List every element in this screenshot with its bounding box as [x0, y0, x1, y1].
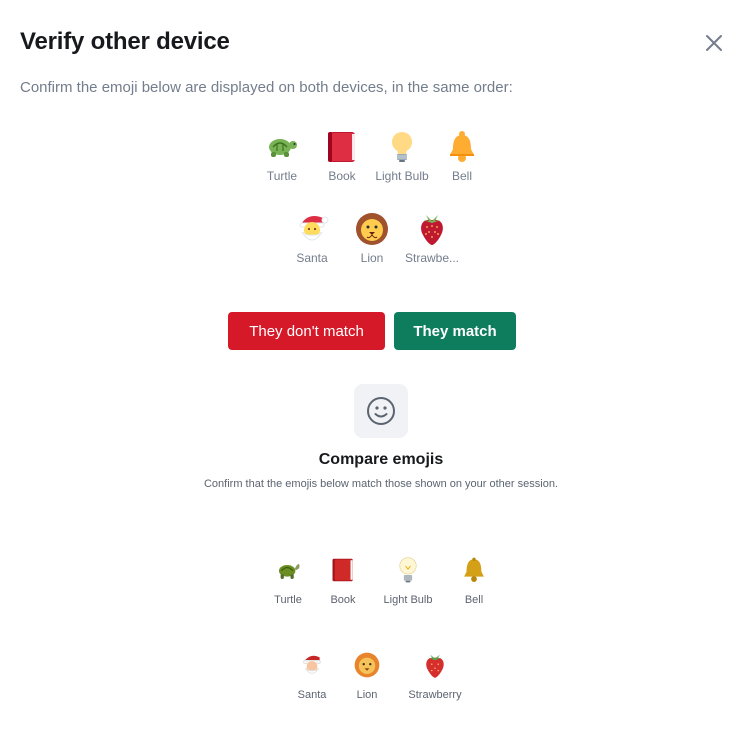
santa-icon: [293, 210, 331, 248]
emoji-item-santa: Santa: [282, 210, 342, 265]
book-icon: [328, 555, 358, 585]
compare-title: Compare emojis: [318, 451, 444, 468]
compare-emoji-strawberry: Strawberry: [395, 650, 475, 701]
emoji-item-light-bulb: Light Bulb: [372, 128, 432, 183]
book-icon: [323, 128, 361, 166]
strawberry-icon: [420, 650, 450, 680]
turtle-icon: [263, 128, 301, 166]
emoji-item-lion: Lion: [342, 210, 402, 265]
lion-icon: [352, 650, 382, 680]
turtle-icon: [273, 555, 303, 585]
emoji-row-2: Santa Lion Strawbe...: [282, 210, 462, 265]
close-icon: [706, 35, 722, 51]
compare-emoji-badge: [354, 384, 408, 438]
dialog-title: Verify other device: [20, 28, 230, 55]
smiley-icon: [367, 397, 395, 425]
dialog-description: Confirm the emoji below are displayed on…: [20, 79, 513, 96]
emoji-item-book: Book: [312, 128, 372, 183]
compare-subtitle: Confirm that the emojis below match thos…: [203, 478, 558, 490]
they-match-button[interactable]: They match: [394, 312, 516, 350]
lion-icon: [353, 210, 391, 248]
close-button[interactable]: [700, 29, 728, 57]
compare-emoji-bell: Bell: [434, 555, 514, 606]
emoji-item-turtle: Turtle: [252, 128, 312, 183]
santa-icon: [297, 650, 327, 680]
light-bulb-icon: [383, 128, 421, 166]
emoji-item-bell: Bell: [432, 128, 492, 183]
bell-icon: [459, 555, 489, 585]
light-bulb-icon: [393, 555, 423, 585]
they-dont-match-button[interactable]: They don't match: [228, 312, 385, 350]
bell-icon: [443, 128, 481, 166]
emoji-item-strawberry: Strawbe...: [402, 210, 462, 265]
emoji-row-1: Turtle Book Light Bulb Bell: [252, 128, 492, 183]
strawberry-icon: [413, 210, 451, 248]
